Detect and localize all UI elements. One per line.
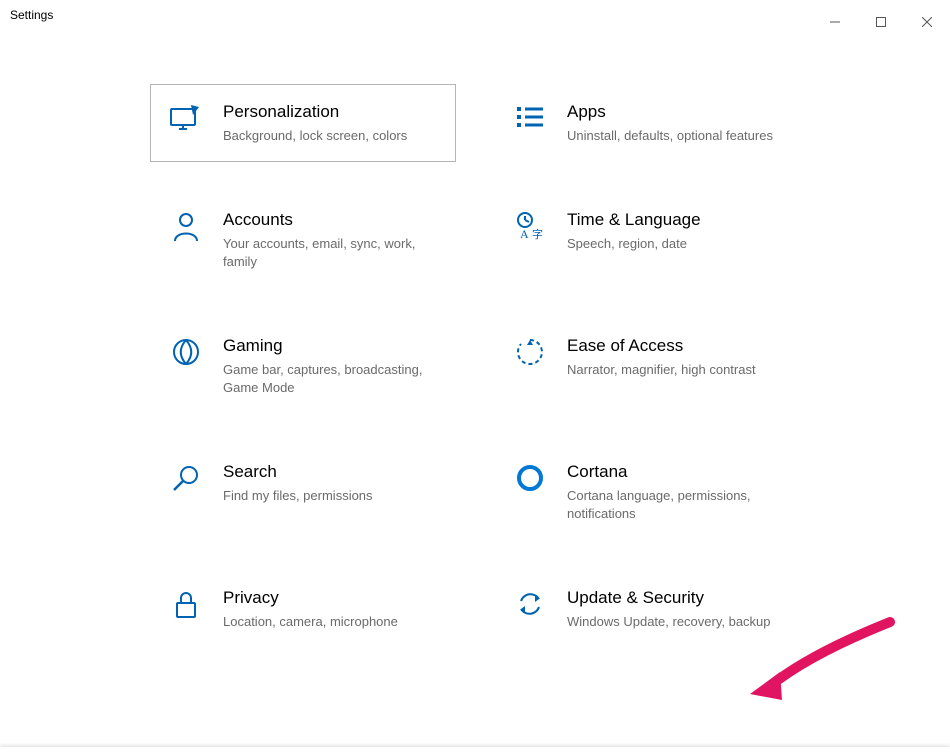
bottom-edge [0,747,950,755]
privacy-icon [163,587,209,623]
close-icon [922,17,932,27]
tile-title: Personalization [223,101,407,123]
maximize-icon [876,17,886,27]
tile-title: Search [223,461,373,483]
tile-title: Ease of Access [567,335,756,357]
svg-text:A: A [520,227,529,241]
tile-desc: Location, camera, microphone [223,613,398,631]
tile-search[interactable]: Search Find my files, permissions [150,444,456,540]
window-title: Settings [10,8,53,22]
maximize-button[interactable] [858,8,904,36]
tile-title: Accounts [223,209,433,231]
tile-desc: Game bar, captures, broadcasting, Game M… [223,361,433,397]
update-security-icon [507,587,553,623]
tile-title: Privacy [223,587,398,609]
tile-title: Cortana [567,461,777,483]
tile-apps[interactable]: Apps Uninstall, defaults, optional featu… [494,84,800,162]
tile-ease-of-access[interactable]: Ease of Access Narrator, magnifier, high… [494,318,800,414]
search-icon [163,461,209,497]
apps-icon [507,101,553,137]
tile-title: Gaming [223,335,433,357]
settings-grid: Personalization Background, lock screen,… [150,84,800,648]
tile-title: Time & Language [567,209,701,231]
tile-personalization[interactable]: Personalization Background, lock screen,… [150,84,456,162]
titlebar: Settings [0,0,950,34]
svg-text:字: 字 [532,227,543,241]
tile-desc: Narrator, magnifier, high contrast [567,361,756,379]
tile-update-security[interactable]: Update & Security Windows Update, recove… [494,570,800,648]
window-controls [812,8,950,36]
tile-title: Apps [567,101,773,123]
personalization-icon [163,101,209,137]
tile-privacy[interactable]: Privacy Location, camera, microphone [150,570,456,648]
tile-gaming[interactable]: Gaming Game bar, captures, broadcasting,… [150,318,456,414]
tile-desc: Uninstall, defaults, optional features [567,127,773,145]
gaming-icon [163,335,209,371]
tile-desc: Speech, region, date [567,235,701,253]
tile-desc: Cortana language, permissions, notificat… [567,487,777,523]
close-button[interactable] [904,8,950,36]
settings-content: Personalization Background, lock screen,… [0,34,950,755]
tile-accounts[interactable]: Accounts Your accounts, email, sync, wor… [150,192,456,288]
minimize-button[interactable] [812,8,858,36]
accounts-icon [163,209,209,245]
tile-title: Update & Security [567,587,771,609]
tile-cortana[interactable]: Cortana Cortana language, permissions, n… [494,444,800,540]
tile-desc: Windows Update, recovery, backup [567,613,771,631]
ease-of-access-icon [507,335,553,371]
tile-desc: Find my files, permissions [223,487,373,505]
time-language-icon: A 字 [507,209,553,245]
minimize-icon [830,17,840,27]
tile-desc: Background, lock screen, colors [223,127,407,145]
tile-desc: Your accounts, email, sync, work, family [223,235,433,271]
cortana-icon [507,461,553,497]
tile-time-language[interactable]: A 字 Time & Language Speech, region, date [494,192,800,288]
